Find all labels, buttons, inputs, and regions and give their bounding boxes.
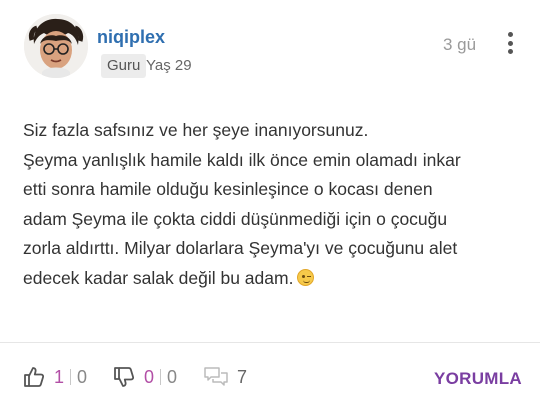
comments-button[interactable]: 7 — [203, 363, 247, 391]
dislike-button[interactable]: 0 0 — [112, 363, 177, 391]
thumbs-down-icon — [114, 367, 135, 387]
dislike-count: 0 — [144, 366, 155, 387]
avatar[interactable] — [24, 14, 88, 78]
username[interactable]: niqiplex — [97, 27, 165, 48]
thumbs-up-icon — [24, 367, 45, 387]
user-age: Yaş 29 — [146, 57, 192, 74]
divider — [0, 342, 540, 343]
post-body-line: zorla aldırttı. Milyar dolarlara Şeyma'y… — [23, 238, 458, 258]
more-options-icon[interactable] — [500, 30, 520, 56]
post-actions: 1 0 0 0 7 YORUMLA — [0, 357, 540, 397]
comment-count: 7 — [237, 366, 248, 387]
like-button[interactable]: 1 0 — [22, 363, 87, 391]
post-body-line: Siz fazla safsınız ve her şeye inanıyors… — [23, 120, 369, 140]
post-header: niqiplex Guru Yaş 29 3 gü — [0, 0, 540, 110]
post-body-last-line: edecek kadar salak değil bu adam. — [23, 264, 523, 294]
user-badge: Guru — [101, 54, 147, 78]
like-count: 1 — [54, 366, 65, 387]
dislike-extra-count: 0 — [167, 366, 178, 387]
comment-bubbles-icon — [204, 367, 228, 386]
post-body: Siz fazla safsınız ve her şeye inanıyors… — [23, 116, 523, 293]
like-extra-count: 0 — [77, 366, 88, 387]
separator — [160, 369, 162, 385]
separator — [70, 369, 72, 385]
post-body-line: adam Şeyma ile çokta ciddi düşünmediği i… — [23, 208, 448, 229]
wink-emoji-icon — [297, 268, 315, 286]
post-body-line: edecek kadar salak değil bu adam. — [23, 267, 294, 288]
post-body-line: Şeyma yanlışlık hamile kaldı ilk önce em… — [23, 149, 461, 170]
reply-button[interactable]: YORUMLA — [434, 369, 522, 389]
post-body-line: etti sonra hamile olduğu kesinleşince o … — [23, 179, 433, 199]
post-time: 3 gü — [443, 35, 477, 54]
